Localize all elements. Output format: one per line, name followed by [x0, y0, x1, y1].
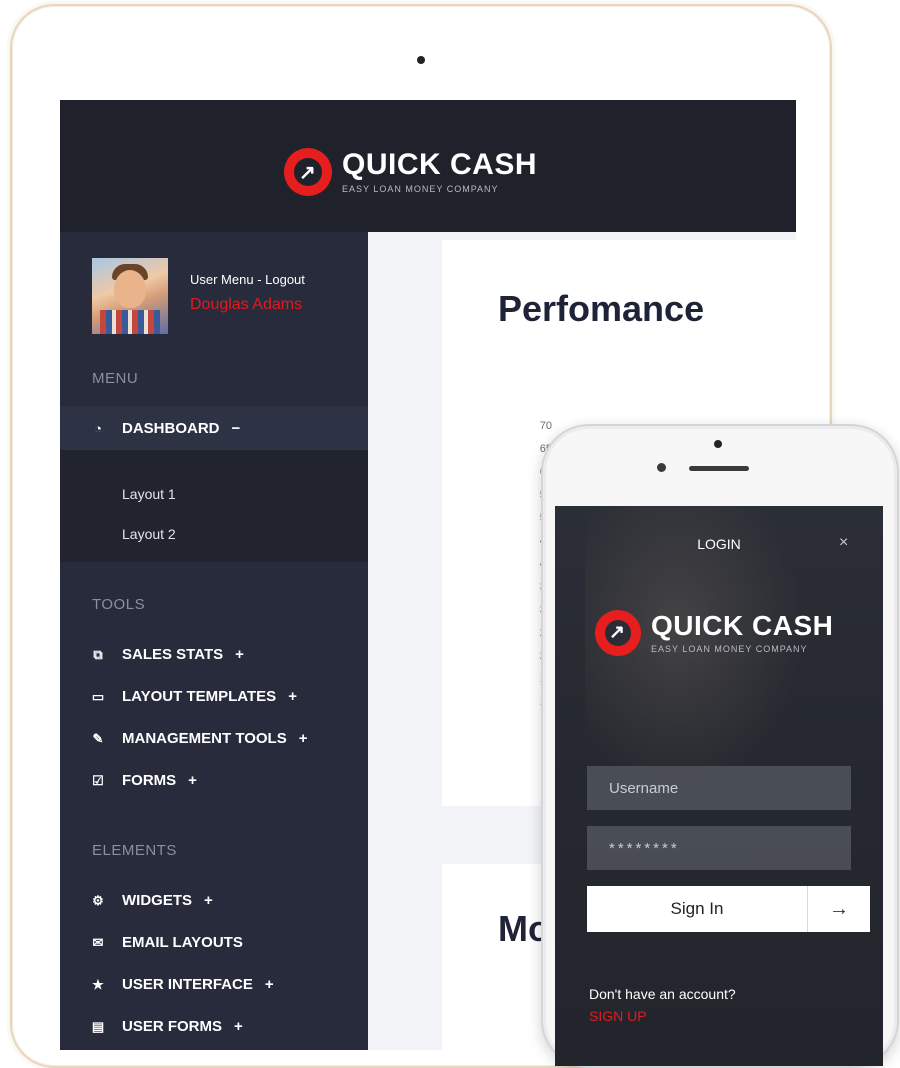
logo-mark-icon: ↗ — [595, 610, 641, 656]
y-tick: 70 — [539, 420, 552, 432]
section-title-elements: ELEMENTS — [92, 842, 177, 859]
user-profile: User Menu - Logout Douglas Adams — [92, 258, 362, 334]
password-field[interactable] — [587, 826, 851, 870]
form-icon: ▤ — [91, 1018, 105, 1034]
sidebar-item-label: LAYOUT TEMPLATES — [122, 688, 277, 705]
chart-icon: ⧉ — [93, 646, 103, 662]
sidebar: User Menu - Logout Douglas Adams MENU ◔ … — [60, 232, 368, 1050]
sign-in-button[interactable]: Sign In — [587, 886, 807, 932]
phone-camera — [714, 440, 722, 448]
section-title-menu: MENU — [92, 370, 139, 387]
sidebar-item-label: FORMS — [122, 772, 177, 789]
sidebar-item-label: EMAIL LAYOUTS — [122, 934, 243, 951]
monitor-icon: ▭ — [91, 688, 105, 704]
sidebar-item-widgets[interactable]: ⚙ WIDGETS + — [90, 892, 213, 909]
submenu-item-layout-1[interactable]: Layout 1 — [122, 486, 176, 502]
brand-logo[interactable]: ↗ QUICK CASH EASY LOAN MONEY COMPANY — [284, 148, 537, 196]
sidebar-item-user-interface[interactable]: ★ USER INTERFACE + — [90, 976, 274, 993]
arrow-right-icon[interactable]: → — [807, 886, 870, 932]
user-menu-logout-link[interactable]: User Menu - Logout — [190, 272, 305, 287]
checkbox-icon: ☑ — [92, 772, 104, 788]
sidebar-item-layout-templates[interactable]: ▭ LAYOUT TEMPLATES + — [90, 688, 297, 705]
expand-icon[interactable]: + — [204, 892, 213, 909]
sidebar-item-management-tools[interactable]: ✎ MANAGEMENT TOOLS + — [90, 730, 308, 747]
sidebar-item-forms[interactable]: ☑ FORMS + — [90, 772, 197, 789]
sign-up-link[interactable]: SIGN UP — [589, 1008, 647, 1024]
performance-title: Perfomance — [498, 288, 705, 329]
section-title-tools: TOOLS — [92, 596, 146, 613]
expand-icon[interactable]: + — [299, 730, 308, 747]
brand-logo: ↗ QUICK CASH EASY LOAN MONEY COMPANY — [595, 610, 833, 656]
brand-name: QUICK CASH — [651, 610, 834, 641]
no-account-text: Don't have an account? — [589, 986, 736, 1002]
avatar[interactable] — [92, 258, 168, 334]
sidebar-item-label: MANAGEMENT TOOLS — [122, 730, 287, 747]
star-icon: ★ — [92, 976, 104, 992]
phone-device: LOGIN × ↗ QUICK CASH EASY LOAN MONEY COM… — [541, 424, 899, 1068]
sidebar-item-label: USER INTERFACE — [122, 976, 253, 993]
top-header: ↗ QUICK CASH EASY LOAN MONEY COMPANY — [60, 100, 796, 232]
wrench-icon: ✎ — [92, 730, 104, 746]
username-field[interactable] — [587, 766, 851, 810]
cogs-icon: ⚙ — [92, 892, 104, 908]
dashboard-submenu: Layout 1 Layout 2 — [60, 450, 368, 562]
sidebar-item-label: DASHBOARD — [122, 420, 220, 437]
sidebar-item-label: SALES STATS — [122, 646, 224, 663]
submenu-item-layout-2[interactable]: Layout 2 — [122, 526, 176, 542]
brand-tagline: EASY LOAN MONEY COMPANY — [342, 184, 499, 194]
phone-sensor — [657, 463, 666, 472]
login-title: LOGIN — [697, 536, 741, 552]
gauge-icon: ◔ — [94, 421, 102, 436]
brand-name: QUICK CASH — [342, 148, 538, 181]
collapse-icon[interactable]: − — [232, 420, 241, 437]
phone-speaker — [689, 466, 749, 471]
sidebar-item-email-layouts[interactable]: ✉ EMAIL LAYOUTS — [90, 934, 243, 951]
envelope-icon: ✉ — [92, 934, 104, 950]
user-name[interactable]: Douglas Adams — [190, 296, 302, 314]
sidebar-item-user-forms[interactable]: ▤ USER FORMS + — [90, 1018, 243, 1035]
sidebar-item-label: WIDGETS — [122, 892, 192, 909]
brand-tagline: EASY LOAN MONEY COMPANY — [651, 644, 808, 654]
sidebar-item-label: USER FORMS — [122, 1018, 223, 1035]
expand-icon[interactable]: + — [265, 976, 274, 993]
expand-icon[interactable]: + — [188, 772, 197, 789]
expand-icon[interactable]: + — [288, 688, 297, 705]
tablet-camera — [417, 56, 425, 64]
logo-mark-icon: ↗ — [284, 148, 332, 196]
sidebar-item-dashboard[interactable]: ◔ DASHBOARD − — [90, 420, 240, 437]
expand-icon[interactable]: + — [235, 646, 244, 663]
close-icon[interactable]: × — [839, 534, 848, 552]
expand-icon[interactable]: + — [234, 1018, 243, 1035]
sidebar-item-sales-stats[interactable]: ⧉ SALES STATS + — [90, 646, 244, 663]
login-screen: LOGIN × ↗ QUICK CASH EASY LOAN MONEY COM… — [555, 506, 883, 1066]
